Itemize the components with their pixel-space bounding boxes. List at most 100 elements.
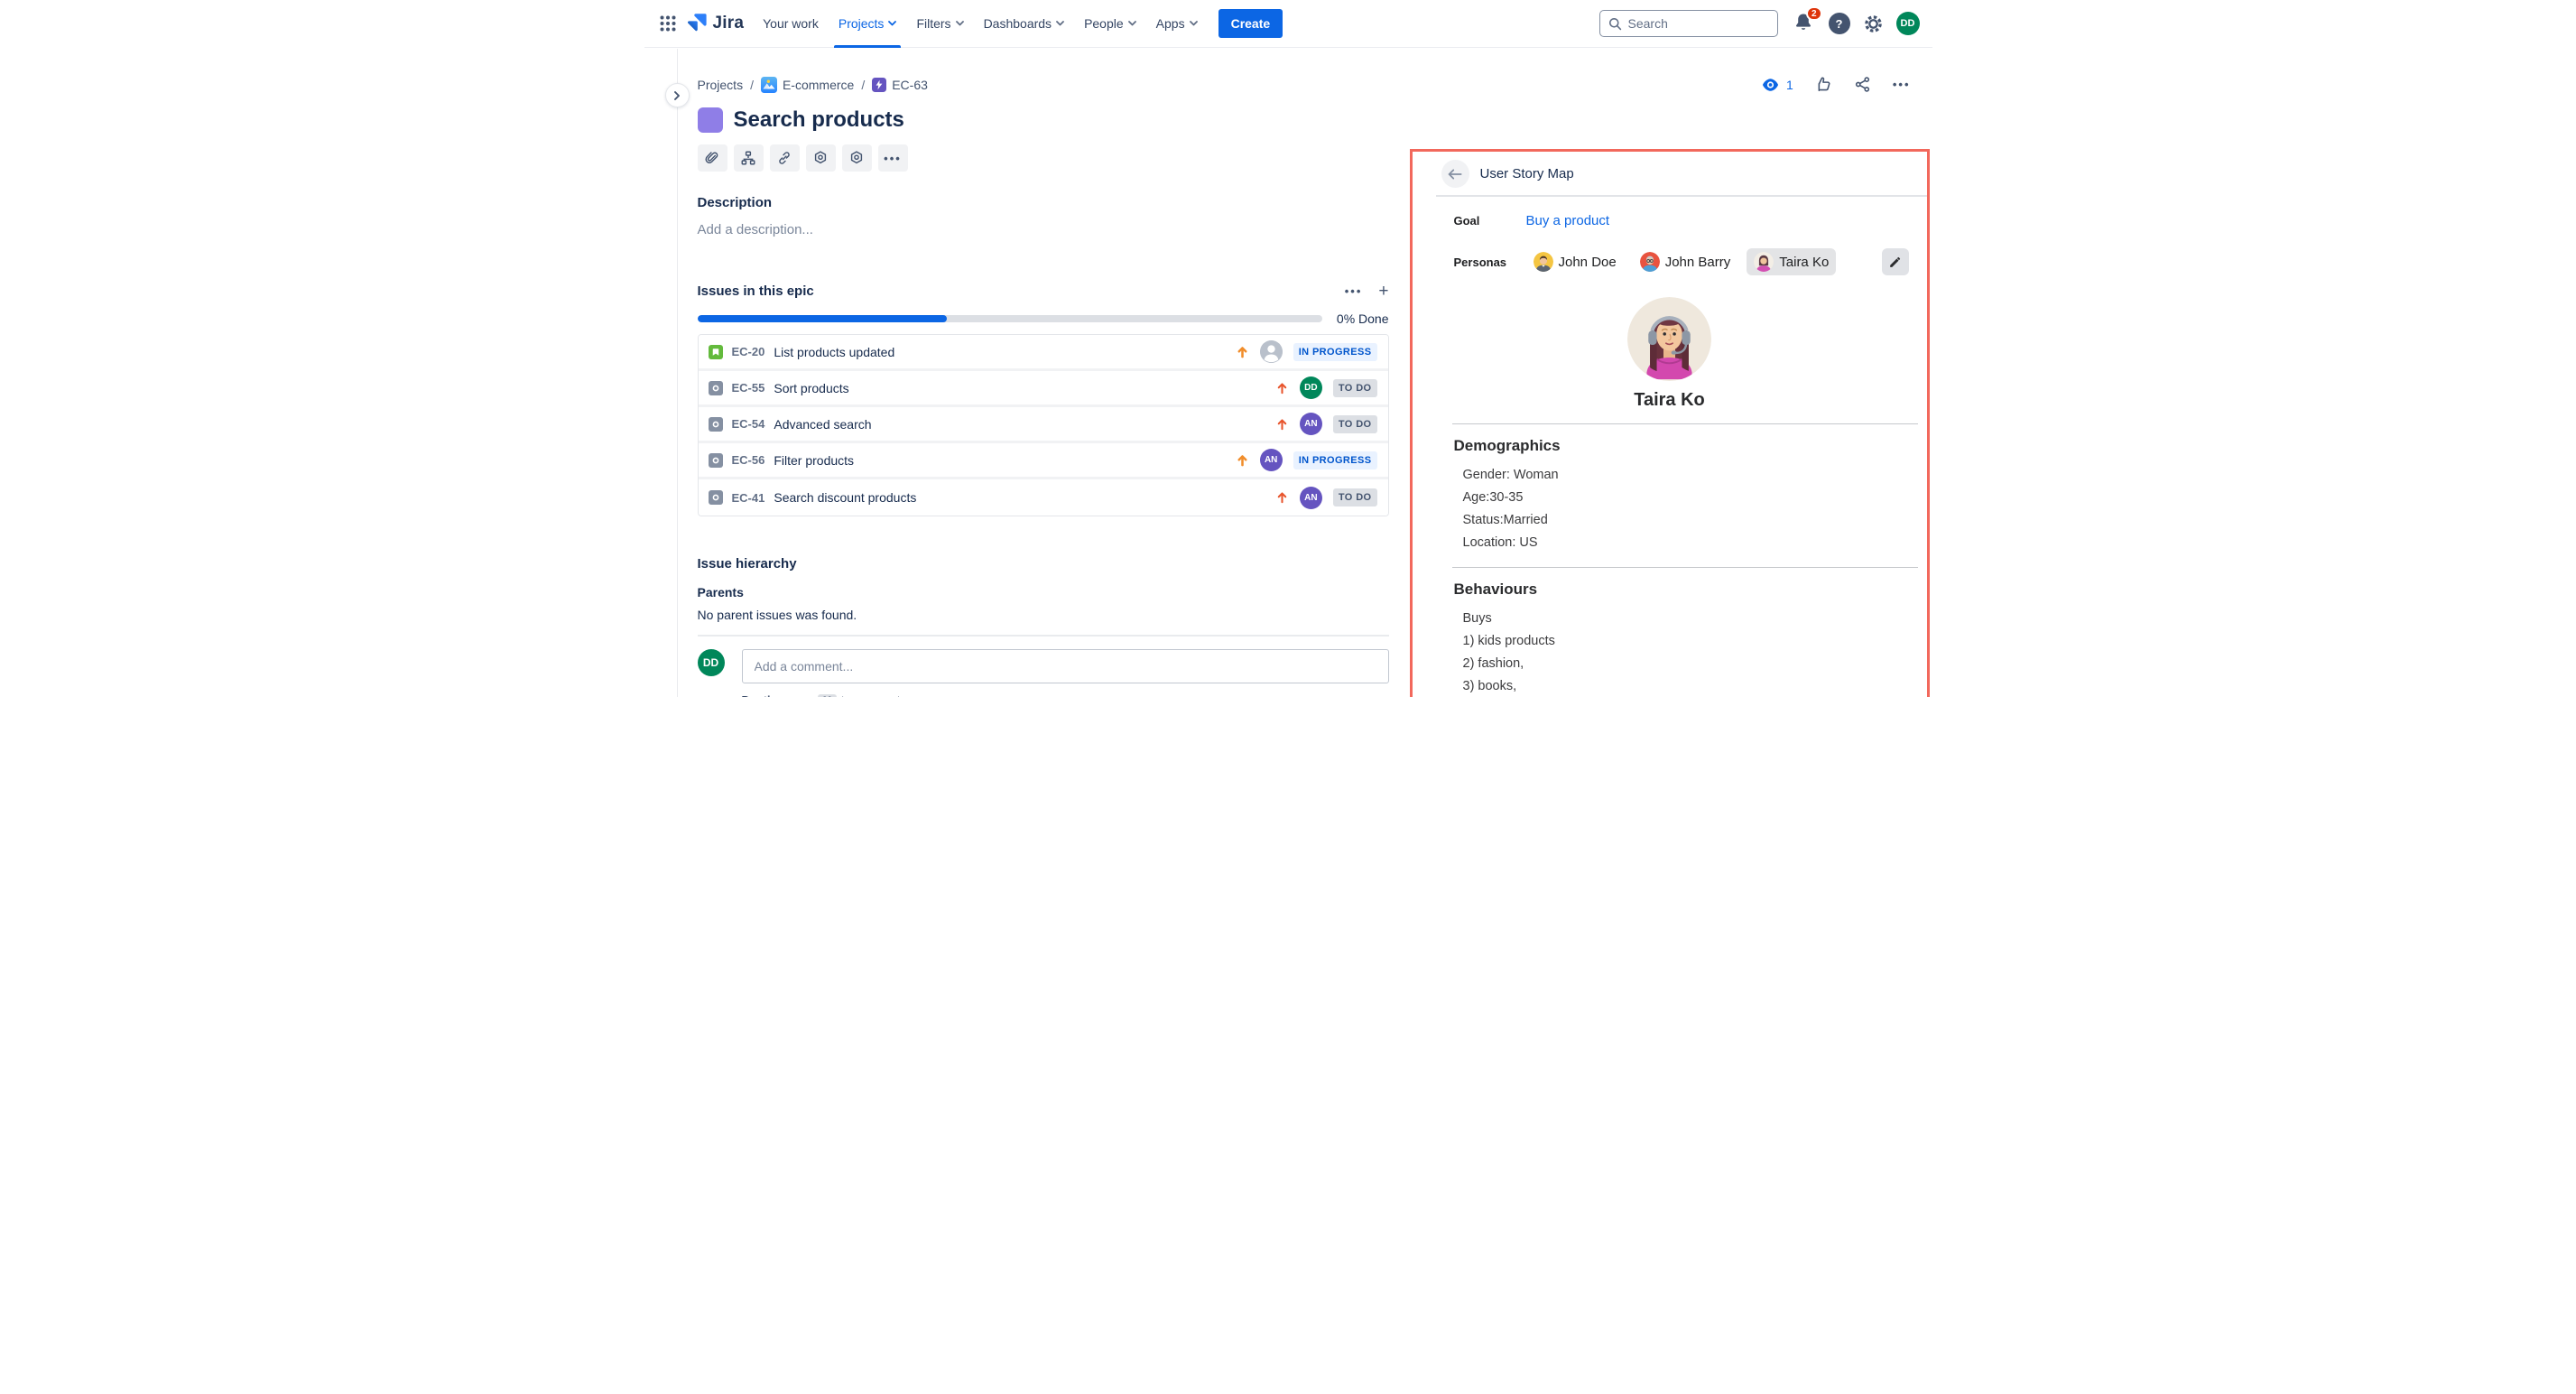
parents-label: Parents bbox=[698, 585, 1389, 599]
page-title: Search products bbox=[734, 107, 904, 133]
search-input[interactable] bbox=[1628, 16, 1769, 31]
status-badge[interactable]: IN PROGRESS bbox=[1293, 343, 1377, 361]
edit-personas-button[interactable] bbox=[1882, 248, 1909, 275]
persona-chip[interactable]: John Barry bbox=[1633, 248, 1738, 275]
demographics-heading: Demographics bbox=[1454, 437, 1927, 455]
more-actions-button[interactable]: ••• bbox=[1893, 78, 1911, 91]
watch-button[interactable]: 1 bbox=[1762, 78, 1793, 92]
help-button[interactable]: ? bbox=[1829, 13, 1850, 34]
task-type-icon bbox=[709, 453, 723, 468]
notifications-button[interactable]: 2 bbox=[1793, 11, 1816, 36]
issue-summary[interactable]: List products updated bbox=[774, 345, 1235, 359]
status-badge[interactable]: TO DO bbox=[1333, 415, 1377, 433]
attach-button[interactable] bbox=[698, 144, 727, 172]
breadcrumb-separator: / bbox=[861, 78, 865, 92]
link-issue-button[interactable] bbox=[770, 144, 800, 172]
no-parents-text: No parent issues was found. bbox=[698, 608, 1389, 622]
issue-summary[interactable]: Filter products bbox=[774, 453, 1235, 468]
page-actions: 1 ••• bbox=[1762, 76, 1910, 93]
protip-suffix: to comment bbox=[841, 694, 900, 697]
issue-summary[interactable]: Search discount products bbox=[774, 490, 1275, 505]
epic-color-swatch bbox=[698, 107, 723, 133]
persona-chip[interactable]: Taira Ko bbox=[1747, 248, 1836, 275]
description-heading: Description bbox=[698, 195, 1389, 210]
notification-count-badge: 2 bbox=[1806, 6, 1822, 21]
status-badge[interactable]: TO DO bbox=[1333, 379, 1377, 397]
global-search[interactable] bbox=[1599, 10, 1778, 37]
jira-logo[interactable]: Jira bbox=[682, 13, 754, 34]
issue-summary[interactable]: Advanced search bbox=[774, 417, 1275, 432]
search-icon bbox=[1608, 17, 1622, 31]
nav-item[interactable]: Your work bbox=[753, 0, 829, 48]
nav-item[interactable]: Dashboards bbox=[974, 0, 1075, 48]
comment-input[interactable] bbox=[742, 649, 1389, 683]
panel-title: User Story Map bbox=[1480, 166, 1574, 181]
nav-item-label: Apps bbox=[1156, 16, 1185, 31]
assignee-avatar[interactable]: AN bbox=[1300, 487, 1322, 509]
goal-row: Goal Buy a product bbox=[1413, 213, 1927, 228]
unassigned-avatar[interactable] bbox=[1260, 340, 1283, 363]
breadcrumb-issue-key[interactable]: EC-63 bbox=[892, 78, 928, 92]
task-type-icon bbox=[709, 381, 723, 395]
like-button[interactable] bbox=[1815, 76, 1832, 93]
toolbar-more-button[interactable]: ••• bbox=[878, 144, 908, 172]
settings-button[interactable] bbox=[1863, 14, 1884, 34]
issue-row[interactable]: EC-56 Filter products AN IN PROGRESS bbox=[699, 443, 1388, 479]
priority-icon bbox=[1236, 345, 1249, 359]
goal-label: Goal bbox=[1454, 214, 1526, 228]
app-hex-icon bbox=[848, 150, 865, 166]
epic-badge-icon bbox=[872, 78, 886, 92]
epic-issues-more-button[interactable]: ••• bbox=[1345, 284, 1363, 298]
epic-issues-heading: Issues in this epic bbox=[698, 283, 814, 299]
status-badge[interactable]: IN PROGRESS bbox=[1293, 451, 1377, 469]
chevron-down-icon bbox=[1128, 21, 1136, 26]
nav-item-label: Your work bbox=[763, 16, 819, 31]
goal-link[interactable]: Buy a product bbox=[1526, 213, 1610, 228]
app-action-button-2[interactable] bbox=[842, 144, 872, 172]
nav-item[interactable]: Filters bbox=[906, 0, 973, 48]
jira-logo-icon bbox=[686, 13, 708, 34]
subtask-icon bbox=[740, 150, 756, 166]
assignee-avatar[interactable]: AN bbox=[1300, 413, 1322, 435]
nav-item[interactable]: Apps bbox=[1146, 0, 1208, 48]
breadcrumb-project-link[interactable]: E-commerce bbox=[761, 77, 854, 93]
project-avatar-icon bbox=[761, 77, 777, 93]
share-button[interactable] bbox=[1854, 76, 1871, 93]
nav-item[interactable]: People bbox=[1074, 0, 1146, 48]
persona-chip[interactable]: John Doe bbox=[1526, 248, 1624, 275]
behaviours-line: 2) fashion, bbox=[1463, 653, 1900, 675]
issue-row[interactable]: EC-20 List products updated IN PROGRESS bbox=[699, 335, 1388, 371]
issue-summary[interactable]: Sort products bbox=[774, 381, 1275, 395]
nav-item[interactable]: Projects bbox=[829, 0, 907, 48]
priority-icon bbox=[1236, 453, 1249, 468]
user-avatar[interactable]: DD bbox=[1896, 12, 1920, 35]
breadcrumb-issue-link[interactable]: EC-63 bbox=[872, 78, 928, 92]
app-action-button-1[interactable] bbox=[806, 144, 836, 172]
add-issue-button[interactable]: + bbox=[1378, 283, 1388, 300]
behaviours-line: 3) books, bbox=[1463, 675, 1900, 697]
priority-icon bbox=[1275, 490, 1289, 505]
epic-progress-fill bbox=[698, 315, 948, 322]
behaviours-line: Buys bbox=[1463, 608, 1900, 630]
persona-chip-name: John Doe bbox=[1559, 255, 1617, 270]
behaviours-heading: Behaviours bbox=[1454, 581, 1927, 599]
nav-item-label: Projects bbox=[839, 16, 885, 31]
issue-row[interactable]: EC-41 Search discount products AN TO DO bbox=[699, 479, 1388, 516]
panel-back-button[interactable] bbox=[1441, 160, 1469, 188]
app-switcher-icon bbox=[660, 15, 676, 32]
back-arrow-icon bbox=[1448, 168, 1462, 181]
user-story-map-panel: User Story Map Goal Buy a product Person… bbox=[1410, 149, 1930, 697]
issue-row[interactable]: EC-55 Sort products DD TO DO bbox=[699, 371, 1388, 407]
create-button[interactable]: Create bbox=[1219, 9, 1283, 38]
breadcrumb-projects-link[interactable]: Projects bbox=[698, 78, 744, 92]
issue-row[interactable]: EC-54 Advanced search AN TO DO bbox=[699, 407, 1388, 443]
assignee-avatar[interactable]: AN bbox=[1260, 449, 1283, 471]
add-child-issue-button[interactable] bbox=[734, 144, 764, 172]
issue-key: EC-54 bbox=[732, 417, 765, 431]
breadcrumb-project-label[interactable]: E-commerce bbox=[783, 78, 854, 92]
status-badge[interactable]: TO DO bbox=[1333, 488, 1377, 506]
assignee-avatar[interactable]: DD bbox=[1300, 376, 1322, 399]
app-switcher-button[interactable] bbox=[653, 9, 682, 38]
sidebar-expand-button[interactable] bbox=[665, 83, 690, 107]
description-placeholder[interactable]: Add a description... bbox=[698, 222, 1389, 237]
